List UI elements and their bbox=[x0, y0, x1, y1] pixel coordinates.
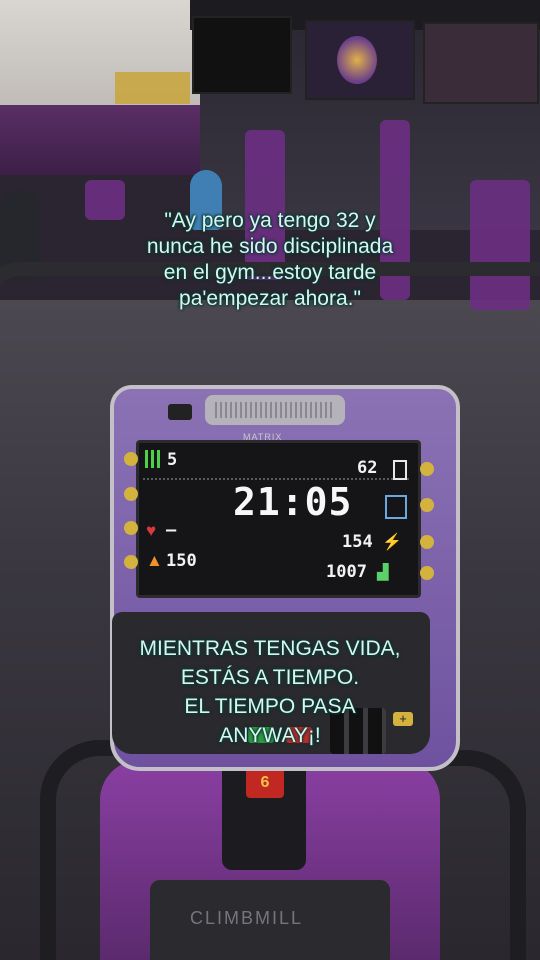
quote-caption: "Ay pero ya tengo 32 y nunca he sido dis… bbox=[0, 208, 540, 312]
console-side-button[interactable] bbox=[124, 487, 138, 501]
motto-caption: MIENTRAS TENGAS VIDA, ESTÁS A TIEMPO. EL… bbox=[0, 634, 540, 750]
steps-readout: 1007 bbox=[326, 562, 367, 582]
caption-line: en el gym...estoy tarde bbox=[163, 261, 377, 284]
console-side-button[interactable] bbox=[420, 566, 434, 580]
steps-icon: ▟ bbox=[377, 564, 389, 581]
gym-sign bbox=[115, 72, 190, 104]
heart-icon: ♥ bbox=[146, 521, 157, 540]
console-side-button[interactable] bbox=[124, 521, 138, 535]
vent-grille bbox=[215, 402, 335, 418]
flame-icon: ▲ bbox=[146, 551, 163, 570]
console-side-button[interactable] bbox=[420, 498, 434, 512]
level-bars-icon bbox=[145, 450, 165, 468]
console-side-button[interactable] bbox=[124, 452, 138, 466]
safety-key[interactable]: 6 bbox=[246, 768, 284, 798]
tv-screen-right bbox=[423, 22, 539, 104]
level-readout: 5 bbox=[167, 450, 178, 470]
floors-icon bbox=[393, 460, 407, 480]
console-side-button[interactable] bbox=[420, 462, 434, 476]
calories-readout: 150 bbox=[166, 551, 197, 571]
caption-line: ESTÁS A TIEMPO. bbox=[180, 666, 360, 689]
purple-wall bbox=[0, 105, 200, 175]
caption-line: nunca he sido disciplinada bbox=[146, 235, 394, 258]
caption-line: MIENTRAS TENGAS VIDA, bbox=[139, 637, 401, 660]
console-side-button[interactable] bbox=[124, 555, 138, 569]
right-rail bbox=[380, 750, 526, 960]
caption-line: ANYWAY¡! bbox=[219, 724, 321, 747]
heart-rate-readout: — bbox=[166, 520, 177, 540]
tv-screen-center bbox=[305, 20, 415, 100]
gym-scene: CLIMBMILL 6 MATRIX 5 62 21:05 ♥ — 154 ⚡ … bbox=[0, 0, 540, 960]
workout-time: 21:05 bbox=[233, 480, 353, 524]
stairs-icon bbox=[385, 495, 407, 519]
floors-readout: 62 bbox=[357, 458, 378, 478]
console-side-button[interactable] bbox=[420, 535, 434, 549]
watts-readout: 154 bbox=[342, 532, 373, 552]
caption-line: EL TIEMPO PASA bbox=[184, 695, 356, 718]
bolt-icon: ⚡ bbox=[382, 534, 402, 551]
machine-brand-label: CLIMBMILL bbox=[190, 908, 304, 928]
tv-screen-left bbox=[192, 16, 292, 94]
caption-line: "Ay pero ya tengo 32 y bbox=[164, 209, 376, 232]
caption-line: pa'empezar ahora." bbox=[179, 287, 361, 310]
wireless-icon bbox=[168, 404, 192, 420]
